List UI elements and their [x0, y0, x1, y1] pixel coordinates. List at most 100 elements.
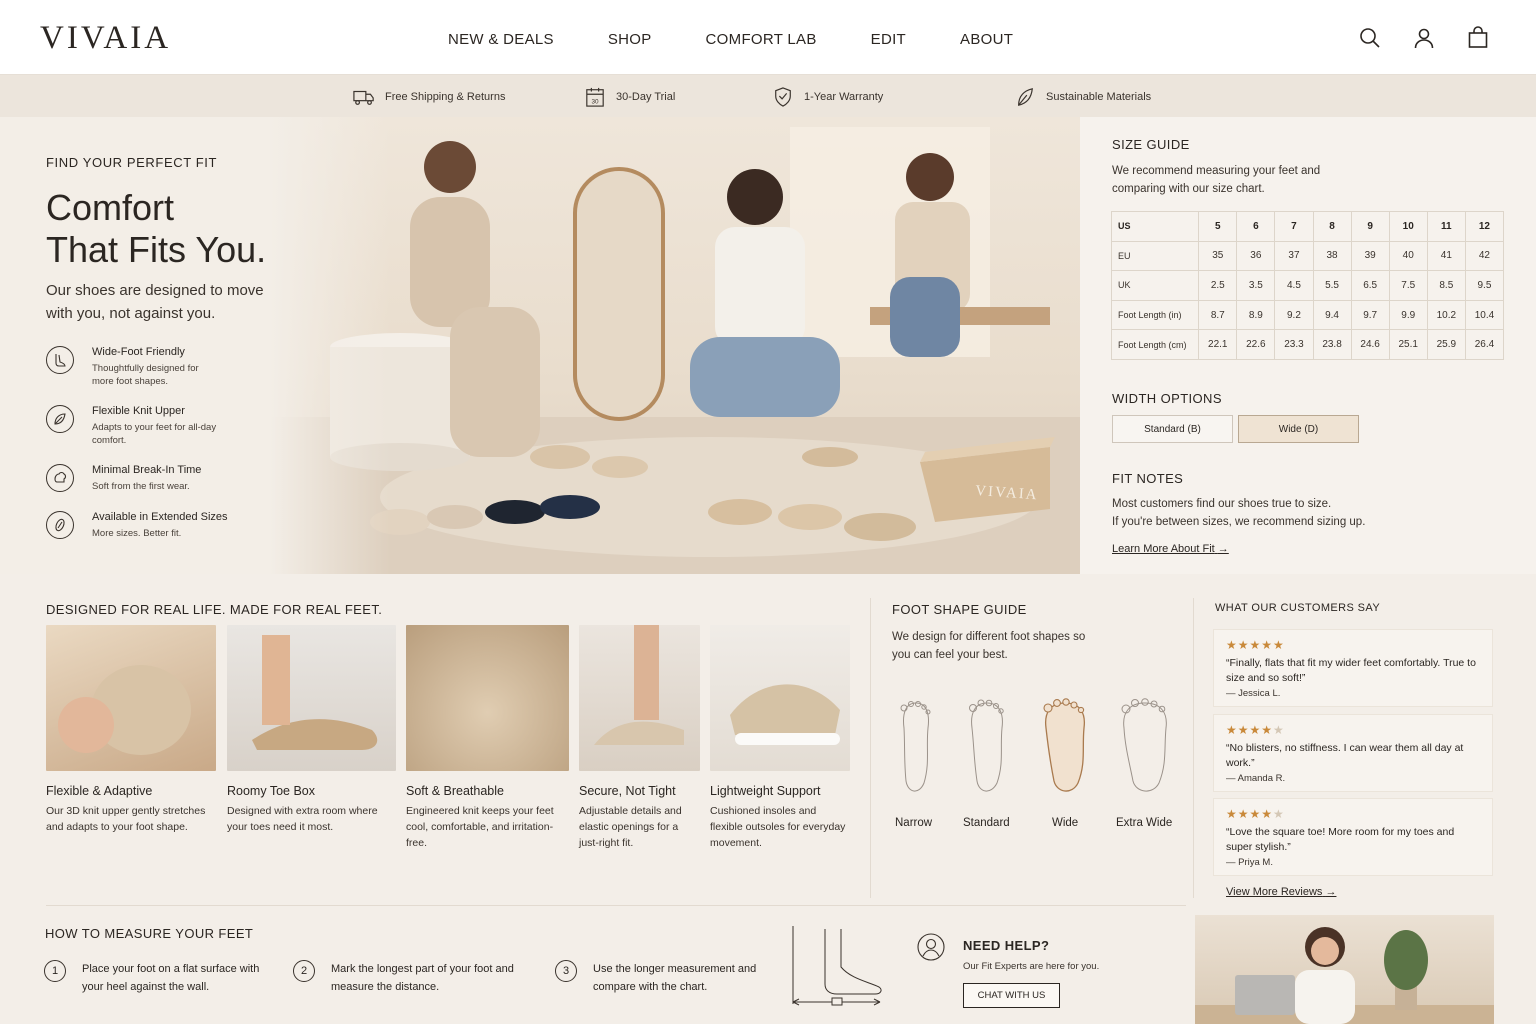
size-cell: 36: [1236, 240, 1276, 272]
perk-sustainable: Sustainable Materials: [1014, 87, 1151, 107]
size-cell: 9.2: [1274, 299, 1314, 331]
search-icon[interactable]: [1358, 26, 1382, 50]
need-help-text: Our Fit Experts are here for you.: [963, 961, 1100, 972]
nav-new-deals[interactable]: NEW & DEALS: [448, 31, 554, 48]
learn-more-fit-link[interactable]: Learn More About Fit →: [1112, 543, 1229, 555]
account-icon[interactable]: [1412, 26, 1436, 50]
card-image: [710, 625, 850, 771]
reviews-title: WHAT OUR CUSTOMERS SAY: [1215, 602, 1381, 614]
card-text: Engineered knit keeps your feet cool, co…: [406, 805, 554, 849]
size-cell: 12: [1464, 211, 1505, 242]
size-cell: 8.9: [1236, 299, 1276, 331]
size-cell: 9: [1350, 211, 1390, 242]
review-card: ★★★★★ “No blisters, no stiffness. I can …: [1213, 714, 1493, 792]
size-cell: 8.7: [1198, 299, 1238, 331]
size-cell: 25.9: [1426, 329, 1466, 360]
size-cell: 10.4: [1464, 299, 1505, 331]
view-more-reviews-link[interactable]: View More Reviews →: [1226, 886, 1336, 898]
hero-fade: [270, 117, 390, 574]
calendar-icon: 30: [586, 87, 604, 107]
nav-edit[interactable]: EDIT: [871, 31, 906, 48]
feature-extended-sizes: Available in Extended Sizes More sizes. B…: [46, 511, 228, 540]
hero-title-line-1: Comfort: [46, 187, 175, 228]
size-cell: 6: [1236, 211, 1276, 242]
size-cell: 25.1: [1388, 329, 1428, 360]
hero-title-line-2: That Fits You.: [46, 229, 267, 270]
nav-shop[interactable]: SHOP: [608, 31, 652, 48]
feature-card-breathable[interactable]: Soft & Breathable Engineered knit keeps …: [406, 625, 569, 851]
foot-wide-icon[interactable]: [1040, 698, 1090, 803]
review-card: ★★★★★ “Finally, flats that fit my wider …: [1213, 629, 1493, 707]
star-rating: ★★★★★: [1226, 638, 1285, 652]
foot-narrow-icon[interactable]: [890, 698, 940, 803]
foot-label-wide: Wide: [1052, 817, 1079, 829]
size-cell: 22.1: [1198, 329, 1238, 360]
perk-trial: 30 30-Day Trial: [584, 87, 675, 107]
site-header: VIVAIA NEW & DEALS SHOP COMFORT LAB EDIT…: [0, 0, 1536, 75]
feature-card-secure[interactable]: Secure, Not Tight Adjustable details and…: [579, 625, 700, 851]
soft-icon: [46, 464, 74, 492]
card-title: Secure, Not Tight: [579, 784, 676, 798]
size-cell: 23.3: [1274, 329, 1314, 360]
support-agent-icon: [916, 932, 946, 967]
feature-card-flexible[interactable]: Flexible & Adaptive Our 3D knit upper ge…: [46, 625, 216, 835]
size-cell: 9.9: [1388, 299, 1428, 331]
size-cell: 26.4: [1464, 329, 1505, 360]
feature-title: Minimal Break-In Time: [92, 464, 202, 476]
header-actions: [1358, 26, 1490, 50]
foot-label-extra-wide: Extra Wide: [1116, 817, 1173, 829]
width-wide-button[interactable]: Wide (D): [1238, 415, 1359, 443]
hero-subtitle: Our shoes are designed to move with you,…: [46, 282, 264, 322]
fit-note-line-1: Most customers find our shoes true to si…: [1112, 498, 1332, 510]
size-row-length-cm: Foot Length (cm) 22.1 22.6 23.3 23.8 24.…: [1110, 329, 1505, 360]
nav-comfort-lab[interactable]: COMFORT LAB: [706, 31, 817, 48]
feature-card-lightweight[interactable]: Lightweight Support Cushioned insoles an…: [710, 625, 850, 851]
feature-break-in: Minimal Break-In Time Soft from the first…: [46, 464, 222, 493]
measure-step: 3 Use the longer measurement and compare…: [555, 960, 763, 996]
row-label: Foot Length (cm): [1110, 329, 1200, 360]
card-title: Lightweight Support: [710, 784, 821, 798]
step-number: 1: [44, 960, 66, 982]
perk-shipping: Free Shipping & Returns: [353, 87, 505, 107]
card-text: Designed with extra room where your toes…: [227, 805, 378, 833]
size-cell: 35: [1198, 240, 1238, 272]
size-cell: 7: [1274, 211, 1314, 242]
fit-expert-photo: [1195, 915, 1494, 1024]
size-cell: 5: [1198, 211, 1238, 242]
divider: [1193, 598, 1194, 898]
feature-text: Soft from the first wear.: [92, 481, 190, 492]
size-cell: 10.2: [1426, 299, 1466, 331]
size-cell: 9.7: [1350, 299, 1390, 331]
size-cell: 24.6: [1350, 329, 1390, 360]
feature-card-toe-box[interactable]: Roomy Toe Box Designed with extra room w…: [227, 625, 396, 835]
size-cell: 42: [1464, 240, 1505, 272]
leaf-icon: [1018, 88, 1033, 106]
card-text: Our 3D knit upper gently stretches and a…: [46, 805, 206, 833]
size-cell: 3.5: [1236, 270, 1276, 301]
width-standard-button[interactable]: Standard (B): [1112, 415, 1233, 443]
fit-note-line-2: If you're between sizes, we recommend si…: [1112, 516, 1366, 528]
perk-label: Sustainable Materials: [1046, 91, 1152, 103]
size-cell: 6.5: [1350, 270, 1390, 301]
bag-icon[interactable]: [1466, 26, 1490, 50]
review-author: — Amanda R.: [1226, 773, 1286, 784]
learn-more-label: Learn More About Fit: [1112, 543, 1215, 555]
size-cell: 23.8: [1312, 329, 1352, 360]
nav-about[interactable]: ABOUT: [960, 31, 1013, 48]
brand-logo[interactable]: VIVAIA: [40, 20, 171, 57]
step-text: Mark the longest part of your foot and m…: [331, 963, 514, 993]
feature-title: Flexible Knit Upper: [92, 405, 185, 417]
chat-with-us-button[interactable]: CHAT WITH US: [963, 983, 1060, 1008]
calendar-badge: 30: [591, 98, 599, 105]
size-cell: 22.6: [1236, 329, 1276, 360]
foot-standard-icon[interactable]: [962, 698, 1012, 803]
feature-title: Wide-Foot Friendly: [92, 346, 185, 358]
card-title: Roomy Toe Box: [227, 784, 316, 798]
perk-warranty: 1-Year Warranty: [772, 87, 883, 107]
feature-knit-upper: Flexible Knit Upper Adapts to your feet f…: [46, 405, 222, 447]
step-number: 2: [293, 960, 315, 982]
foot-extra-wide-icon[interactable]: [1120, 698, 1170, 803]
perk-label: Free Shipping & Returns: [385, 91, 506, 103]
feature-text: Thoughtfully designed for more foot shap…: [92, 363, 199, 387]
review-quote: “No blisters, no stiffness. I can wear t…: [1226, 742, 1464, 769]
